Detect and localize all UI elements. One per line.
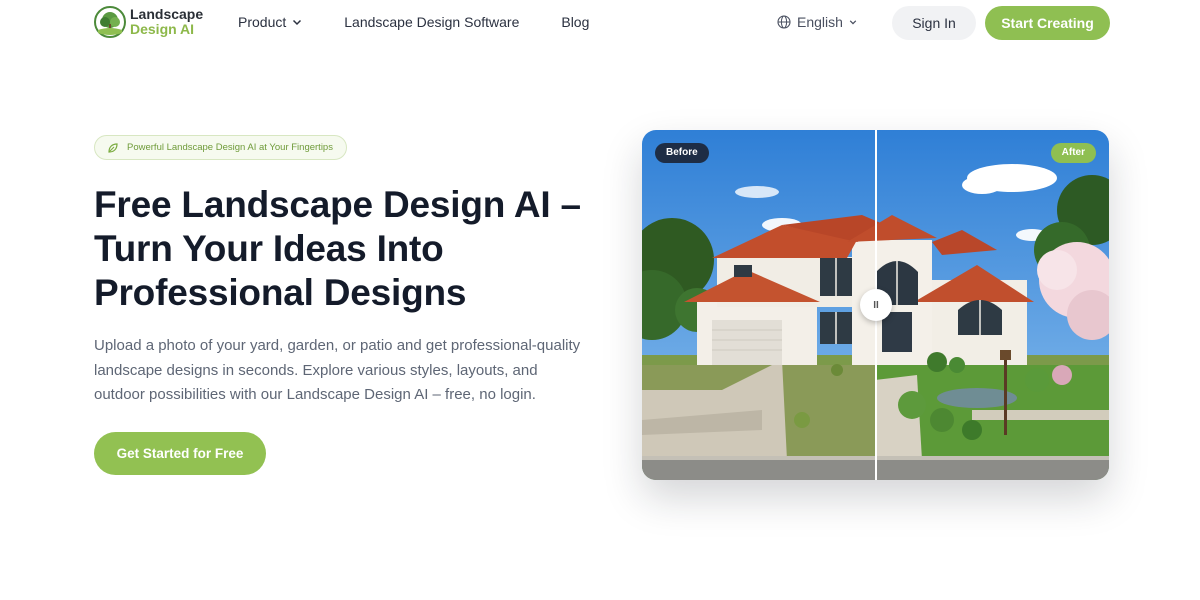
page: Landscape Design AI Product Landscape De… xyxy=(0,0,1200,600)
hero-headline: Free Landscape Design AI – Turn Your Ide… xyxy=(94,184,581,313)
nav-product[interactable]: Product xyxy=(238,14,302,30)
after-label: After xyxy=(1050,143,1096,163)
brand-name-line1: Landscape xyxy=(130,6,204,22)
sign-in-button[interactable]: Sign In xyxy=(892,6,976,40)
chevron-down-icon xyxy=(293,19,302,26)
brand-logo[interactable]: Landscape Design AI xyxy=(94,6,203,38)
globe-icon xyxy=(777,15,791,29)
start-creating-button[interactable]: Start Creating xyxy=(985,6,1110,40)
nav-landscape-design-software[interactable]: Landscape Design Software xyxy=(344,14,519,30)
nav-product-label: Product xyxy=(238,14,287,30)
language-label: English xyxy=(797,14,843,30)
language-selector[interactable]: English xyxy=(777,14,857,30)
brand-name-line2: Design AI xyxy=(130,21,195,37)
hero-badge: Powerful Landscape Design AI at Your Fin… xyxy=(94,135,347,160)
logo-tree-icon xyxy=(94,6,126,38)
leaf-icon xyxy=(108,142,118,153)
before-label: Before xyxy=(655,143,709,163)
hero-subtitle: Upload a photo of your yard, garden, or … xyxy=(94,337,581,403)
top-nav: Landscape Design AI Product Landscape De… xyxy=(0,0,1200,48)
nav-blog[interactable]: Blog xyxy=(561,14,589,30)
comparison-slider-handle[interactable]: II xyxy=(860,289,892,321)
hero-badge-text: Powerful Landscape Design AI at Your Fin… xyxy=(127,142,333,153)
before-after-comparison[interactable]: Before After II xyxy=(642,130,1109,480)
chevron-down-icon xyxy=(849,20,857,25)
get-started-button[interactable]: Get Started for Free xyxy=(94,432,266,475)
main-nav: Product Landscape Design Software Blog xyxy=(238,14,589,30)
